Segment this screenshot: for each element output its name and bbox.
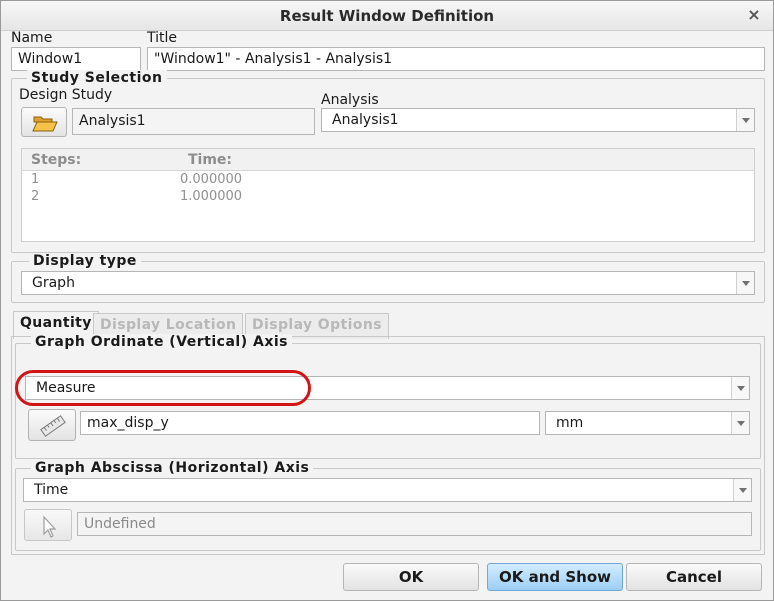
design-study-label: Design Study: [19, 87, 113, 103]
name-input[interactable]: Window1: [11, 47, 141, 71]
abscissa-axis-label: Graph Abscissa (Horizontal) Axis: [31, 460, 314, 476]
display-type-select[interactable]: Graph: [21, 271, 755, 295]
analysis-select-value: Analysis1: [332, 112, 399, 128]
steps-table-header: Steps: Time:: [22, 149, 754, 171]
title-label: Title: [147, 30, 178, 46]
dialog-title: Result Window Definition: [279, 7, 495, 25]
chevron-down-icon: [736, 109, 754, 131]
chevron-down-icon: [736, 272, 754, 294]
ok-button[interactable]: OK: [343, 563, 479, 591]
chevron-down-icon: [731, 377, 749, 399]
cancel-button[interactable]: Cancel: [626, 563, 762, 591]
result-window-definition-dialog: Result Window Definition × Name Window1 …: [0, 0, 774, 601]
display-type-value: Graph: [32, 275, 75, 291]
abscissa-quantity-value: Time: [34, 482, 69, 498]
chevron-down-icon: [733, 479, 751, 501]
ok-and-show-button[interactable]: OK and Show: [487, 563, 623, 591]
title-input[interactable]: "Window1" - Analysis1 - Analysis1: [147, 47, 765, 71]
name-label: Name: [11, 30, 53, 46]
cursor-arrow-icon: [43, 515, 57, 538]
time-cell: 1.000000: [180, 189, 243, 204]
column-header-steps: Steps:: [31, 152, 82, 168]
abscissa-quantity-select[interactable]: Time: [23, 478, 752, 502]
open-folder-icon: [32, 116, 58, 132]
close-icon[interactable]: ×: [745, 5, 763, 25]
step-cell: 2: [31, 189, 40, 204]
step-cell: 1: [31, 172, 40, 187]
title-bar: Result Window Definition ×: [1, 1, 773, 31]
select-measure-button[interactable]: [28, 409, 76, 441]
measure-name-field[interactable]: max_disp_y: [80, 411, 540, 435]
ordinate-axis-label: Graph Ordinate (Vertical) Axis: [31, 334, 292, 350]
study-selection-label: Study Selection: [27, 70, 167, 86]
design-study-field: Analysis1: [72, 108, 315, 135]
ruler-icon: [40, 415, 66, 437]
unit-select[interactable]: mm: [545, 411, 750, 435]
column-header-time: Time:: [188, 152, 233, 168]
measure-highlight-annotation: [15, 370, 311, 406]
analysis-select[interactable]: Analysis1: [321, 108, 755, 132]
time-cell: 0.000000: [180, 172, 243, 187]
entity-field: Undefined: [77, 512, 752, 536]
analysis-label: Analysis: [321, 92, 379, 108]
steps-table[interactable]: Steps: Time: 1 0.000000 2 1.000000: [21, 148, 755, 242]
unit-value: mm: [556, 415, 584, 431]
display-type-label: Display type: [29, 253, 141, 269]
chevron-down-icon: [731, 412, 749, 434]
select-entity-button[interactable]: [24, 509, 72, 541]
open-design-study-button[interactable]: [21, 107, 67, 137]
